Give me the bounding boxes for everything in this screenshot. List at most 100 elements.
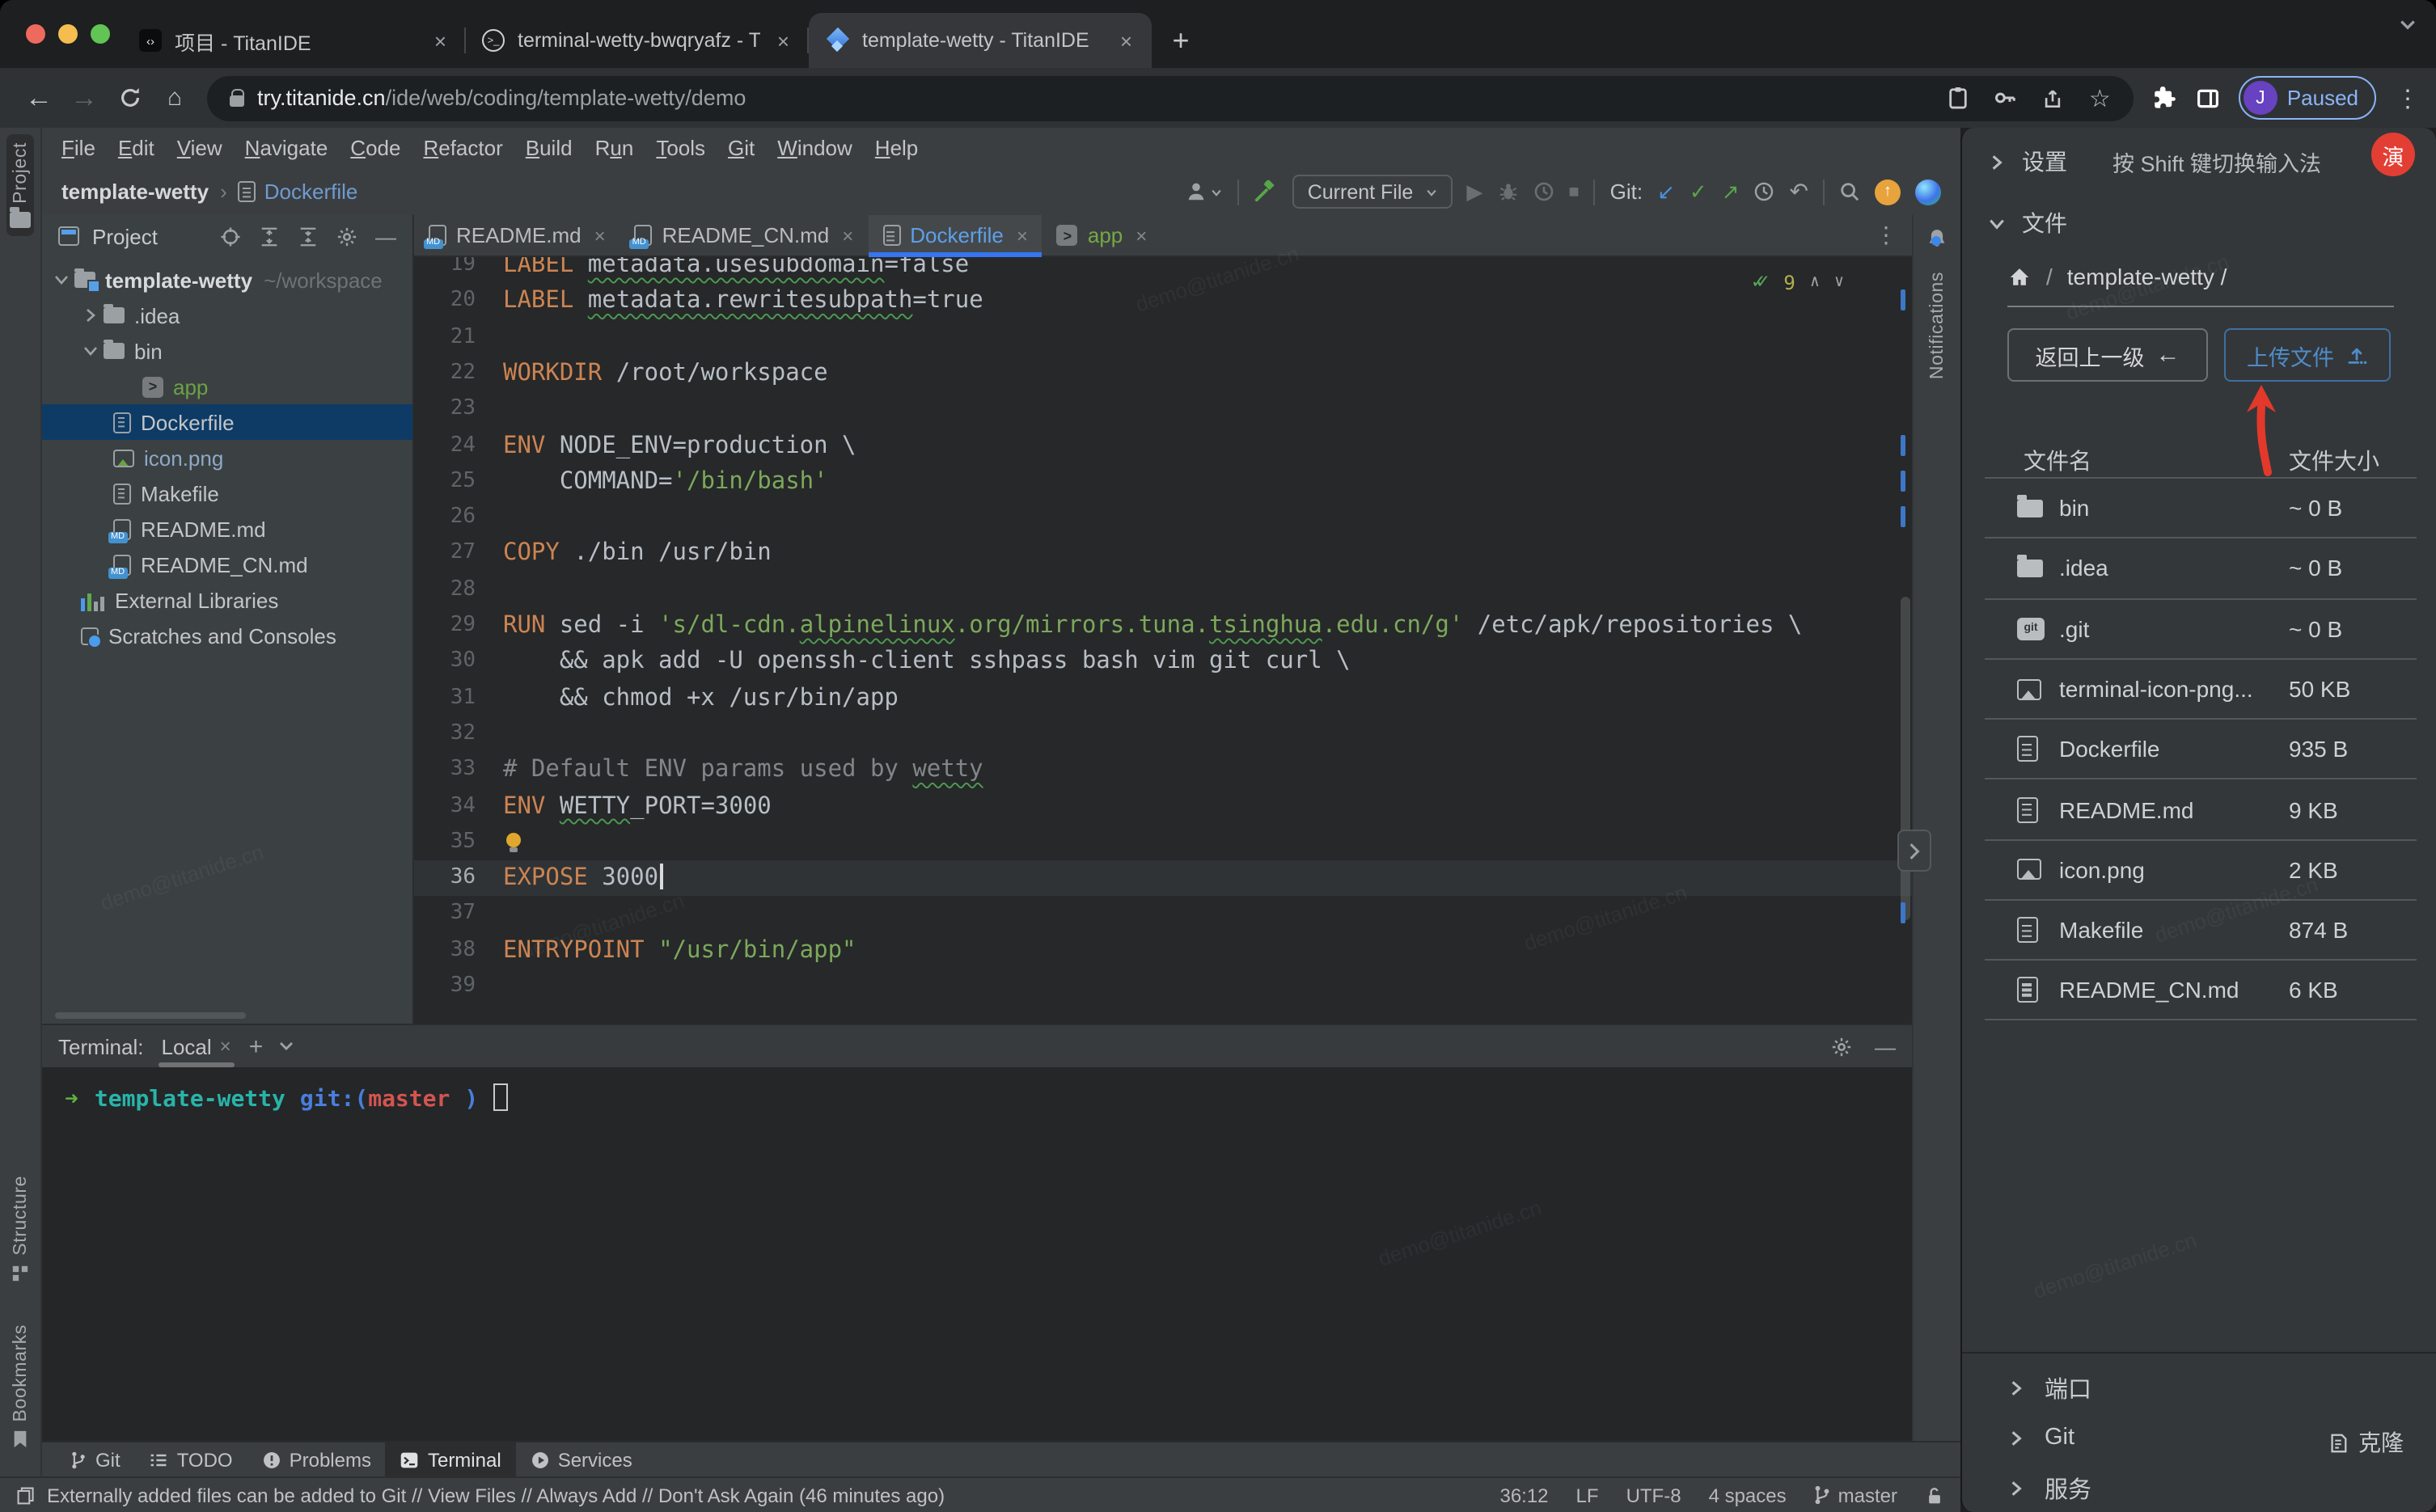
toolwindow-services[interactable]: Services	[516, 1442, 647, 1476]
debug-bug-icon[interactable]	[1497, 181, 1518, 202]
git-push-icon[interactable]: ↗	[1722, 179, 1740, 205]
menu-build[interactable]: Build	[514, 136, 584, 160]
tree-item-external-libraries[interactable]: External Libraries	[42, 582, 412, 618]
tree-chevron-icon[interactable]	[78, 343, 104, 359]
editor-tab-readme-md[interactable]: README.md ×	[414, 215, 620, 256]
horizontal-scrollbar[interactable]	[55, 1012, 246, 1019]
indent-setting[interactable]: 4 spaces	[1709, 1484, 1787, 1506]
extensions-puzzle-icon[interactable]	[2153, 86, 2177, 110]
notifications-bell-icon[interactable]	[1925, 226, 1949, 251]
close-icon[interactable]: ×	[1017, 224, 1028, 247]
file-row-readme-cn-md[interactable]: README_CN.md 6 KB	[1985, 959, 2417, 1020]
event-log-icon[interactable]	[16, 1485, 36, 1505]
user-icon[interactable]	[1186, 181, 1224, 202]
profile-button[interactable]: J Paused	[2238, 76, 2376, 120]
error-stripe-mark[interactable]	[1901, 506, 1905, 528]
files-section[interactable]: 文件	[1988, 202, 2067, 244]
error-stripe-mark[interactable]	[1901, 902, 1905, 924]
demo-badge[interactable]: 演	[2371, 133, 2415, 176]
file-row-makefile[interactable]: Makefile 874 B	[1985, 899, 2417, 960]
gear-icon[interactable]	[1831, 1036, 1852, 1057]
error-stripe-mark[interactable]	[1901, 434, 1905, 455]
menu-run[interactable]: Run	[584, 136, 645, 160]
run-button[interactable]: ▶	[1466, 179, 1482, 205]
intention-bulb-icon[interactable]	[506, 832, 521, 852]
bookmark-star-icon[interactable]: ☆	[2089, 83, 2111, 112]
tree-item-app[interactable]: app	[42, 369, 412, 404]
collapse-all-icon[interactable]	[298, 226, 319, 247]
back-button[interactable]: ←	[16, 75, 61, 120]
menu-window[interactable]: Window	[766, 136, 864, 160]
file-row-dockerfile[interactable]: Dockerfile 935 B	[1985, 718, 2417, 779]
close-window-button[interactable]	[26, 24, 45, 44]
upload-file-button[interactable]: 上传文件	[2224, 328, 2391, 382]
terminal-output[interactable]: ➜ template-wetty git:(master)	[42, 1067, 1912, 1441]
close-icon[interactable]: ×	[220, 1035, 231, 1058]
tree-item-scratches-and-consoles[interactable]: Scratches and Consoles	[42, 618, 412, 653]
breadcrumb-project[interactable]: template-wetty	[61, 179, 209, 204]
close-icon[interactable]: ×	[1136, 224, 1147, 247]
panel-expander-chevron[interactable]	[1897, 830, 1931, 872]
editor-tab-readme-cn-md[interactable]: README_CN.md ×	[620, 215, 869, 256]
ports-section[interactable]: 端口	[2007, 1365, 2091, 1410]
tree-item-readme-md[interactable]: README.md	[42, 511, 412, 547]
breadcrumb-file[interactable]: Dockerfile	[264, 179, 358, 204]
new-tab-button[interactable]: +	[1158, 18, 1203, 63]
password-key-icon[interactable]	[1994, 86, 2018, 110]
tab-search-chevron-icon[interactable]	[2399, 16, 2417, 34]
menu-navigate[interactable]: Navigate	[234, 136, 340, 160]
prev-problem-icon[interactable]: ∧	[1810, 273, 1820, 291]
browser-tab-1[interactable]: >_ terminal-wetty-bwqryafz - Tita ×	[466, 13, 809, 68]
unlocked-padlock-icon[interactable]	[1925, 1485, 1944, 1505]
editor-scrollbar[interactable]	[1901, 597, 1910, 920]
toolwindow-problems[interactable]: Problems	[247, 1442, 386, 1476]
home-icon[interactable]	[2007, 264, 2032, 289]
terminal-tab-local[interactable]: Local ×	[158, 1034, 235, 1066]
git-update-icon[interactable]: ↙	[1657, 179, 1675, 205]
minimize-window-button[interactable]	[58, 24, 78, 44]
current-path[interactable]: template-wetty /	[2067, 264, 2227, 289]
close-tab-icon[interactable]: ×	[1117, 28, 1136, 53]
home-button[interactable]: ⌂	[152, 75, 197, 120]
new-terminal-button[interactable]: +	[249, 1033, 264, 1060]
tree-chevron-icon[interactable]	[78, 307, 104, 323]
toolwindow-todo[interactable]: TODO	[135, 1442, 247, 1476]
update-available-icon[interactable]: ↑	[1875, 179, 1901, 205]
inspection-widget[interactable]: ✓✓ 9 ∧ ∨	[1752, 270, 1844, 294]
forward-button[interactable]: →	[61, 75, 107, 120]
tree-item-makefile[interactable]: Makefile	[42, 475, 412, 511]
services-section[interactable]: 服务	[2007, 1465, 2091, 1510]
sidebar-item-bookmarks[interactable]: Bookmarks	[7, 1316, 33, 1457]
go-up-button[interactable]: 返回上一级 ←	[2007, 328, 2208, 382]
minimize-icon[interactable]: —	[1875, 1034, 1896, 1058]
git-branch-widget[interactable]: master	[1814, 1484, 1897, 1506]
file-encoding[interactable]: UTF-8	[1626, 1484, 1681, 1506]
editor-tab-app[interactable]: app ×	[1042, 215, 1161, 256]
toolwindow-terminal[interactable]: Terminal	[385, 1442, 516, 1476]
build-hammer-icon[interactable]	[1254, 179, 1279, 204]
file-row-readme-md[interactable]: README.md 9 KB	[1985, 778, 2417, 839]
settings-section[interactable]: 设置 按 Shift 键切换输入法	[1988, 141, 2321, 183]
menu-code[interactable]: Code	[339, 136, 412, 160]
menu-tools[interactable]: Tools	[645, 136, 717, 160]
hide-panel-icon[interactable]: —	[375, 224, 396, 248]
menu-help[interactable]: Help	[864, 136, 930, 160]
browser-tab-0[interactable]: ‹› 项目 - TitanIDE ×	[123, 13, 466, 68]
close-tab-icon[interactable]: ×	[774, 28, 793, 53]
next-problem-icon[interactable]: ∨	[1834, 273, 1844, 291]
history-clock-icon[interactable]	[1754, 181, 1775, 202]
menu-refactor[interactable]: Refactor	[412, 136, 514, 160]
git-section[interactable]: Git	[2007, 1415, 2074, 1460]
sidebar-item-structure[interactable]: Structure	[7, 1168, 33, 1290]
plugin-sphere-icon[interactable]	[1915, 179, 1941, 205]
menu-file[interactable]: File	[50, 136, 107, 160]
toolwindow-git[interactable]: Git	[55, 1442, 135, 1476]
rollback-icon[interactable]: ↶	[1790, 178, 1808, 205]
tree-item-dockerfile[interactable]: Dockerfile	[42, 404, 412, 440]
line-ending[interactable]: LF	[1576, 1484, 1599, 1506]
browser-tab-2[interactable]: template-wetty - TitanIDE ×	[809, 13, 1152, 68]
error-stripe-mark[interactable]	[1901, 289, 1905, 311]
menu-git[interactable]: Git	[717, 136, 766, 160]
tree-item-readme-cn-md[interactable]: README_CN.md	[42, 547, 412, 582]
tree-chevron-icon[interactable]	[49, 272, 74, 288]
